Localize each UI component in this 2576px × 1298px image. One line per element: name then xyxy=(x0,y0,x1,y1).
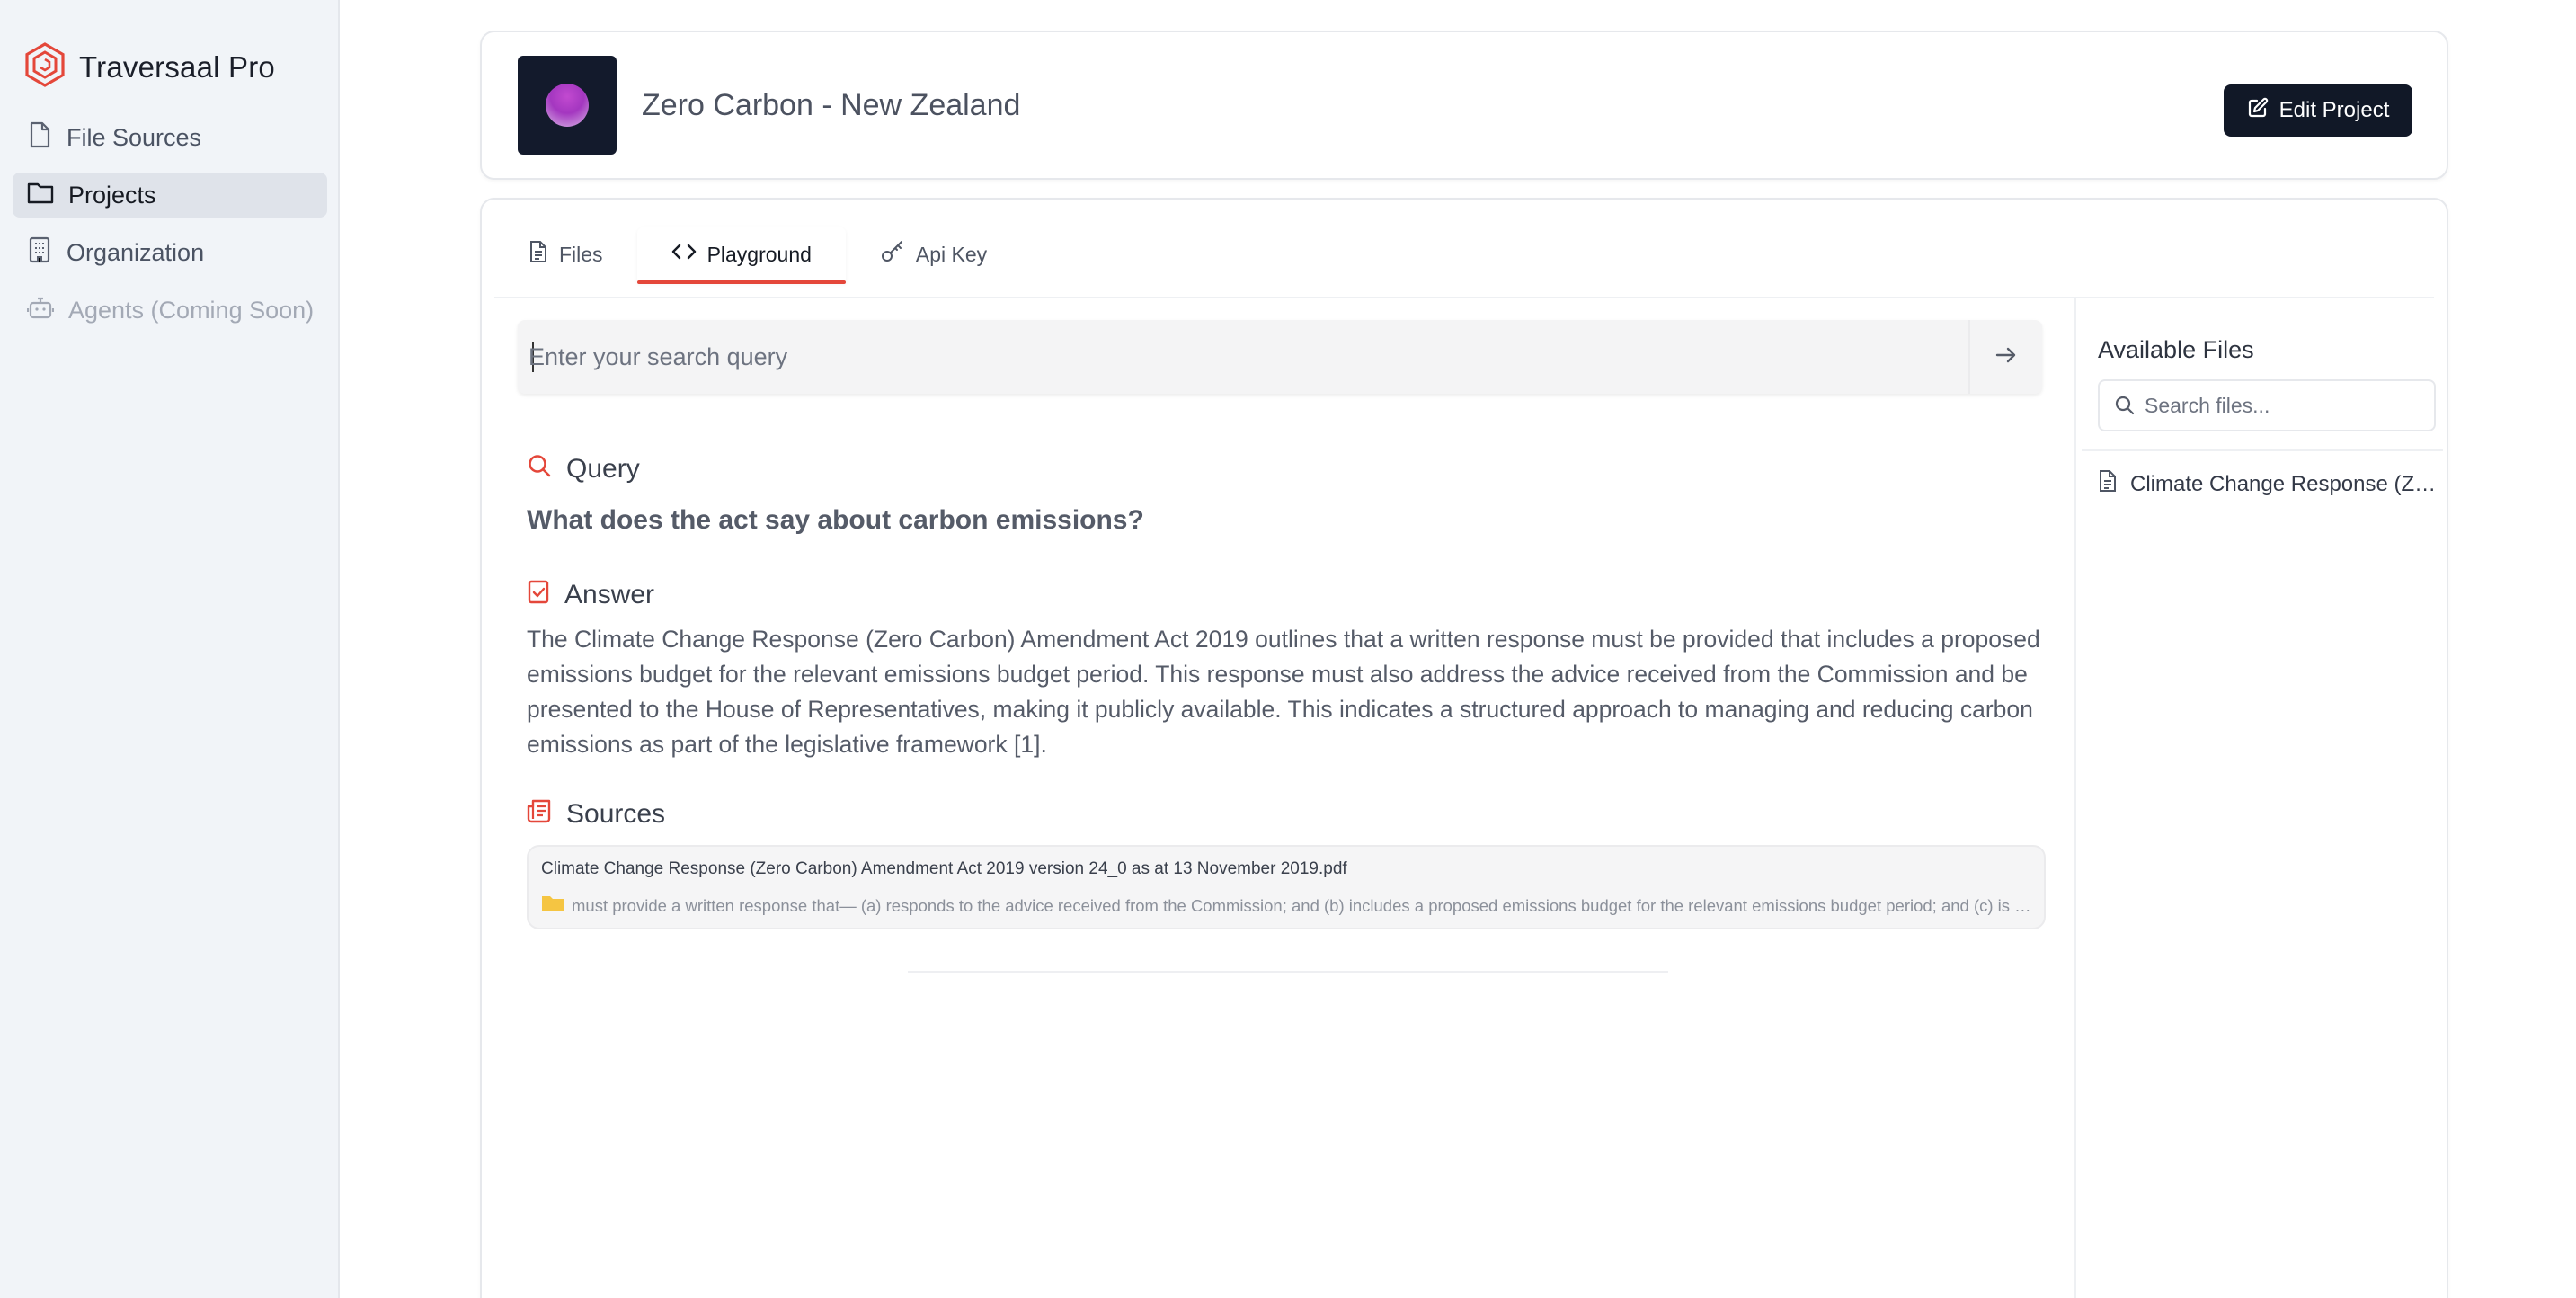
file-text-icon xyxy=(529,240,548,269)
sources-heading: Sources xyxy=(527,798,665,831)
tab-label: Playground xyxy=(706,242,812,266)
source-item[interactable]: Climate Change Response (Zero Carbon) Am… xyxy=(527,845,2046,929)
query-text: What does the act say about carbon emiss… xyxy=(527,505,1144,535)
search-icon xyxy=(527,453,552,485)
tab-playground[interactable]: Playground xyxy=(636,227,847,284)
sources-heading-label: Sources xyxy=(566,799,666,829)
tab-files[interactable]: Files xyxy=(494,227,637,282)
building-icon xyxy=(27,236,52,270)
tab-label: Api Key xyxy=(915,242,988,266)
project-title: Zero Carbon - New Zealand xyxy=(642,88,1021,122)
sidebar-item-projects[interactable]: Projects xyxy=(13,173,327,218)
sidebar: Traversaal Pro File Sources Projects Org… xyxy=(0,0,340,1298)
submit-query-button[interactable] xyxy=(1968,320,2042,394)
file-icon xyxy=(27,121,52,155)
sidebar-item-label: File Sources xyxy=(67,123,202,151)
file-text-icon xyxy=(2098,469,2118,499)
divider xyxy=(908,971,1668,973)
sidebar-nav: File Sources Projects Organization Agent… xyxy=(13,115,327,345)
file-search-box xyxy=(2098,379,2436,431)
project-thumbnail xyxy=(518,56,617,155)
folder-icon xyxy=(541,893,564,918)
answer-heading-label: Answer xyxy=(564,580,655,609)
sidebar-item-organization[interactable]: Organization xyxy=(13,230,327,275)
divider xyxy=(2082,449,2443,451)
query-heading: Query xyxy=(527,453,640,485)
project-header: Zero Carbon - New Zealand Edit Project xyxy=(480,31,2448,180)
clipboard-check-icon xyxy=(527,579,550,611)
query-bar xyxy=(518,320,2042,394)
available-files-title: Available Files xyxy=(2098,336,2254,363)
newspaper-icon xyxy=(527,798,552,831)
edit-icon xyxy=(2247,97,2269,125)
answer-text: The Climate Change Response (Zero Carbon… xyxy=(527,626,2040,758)
code-icon xyxy=(671,242,697,267)
sidebar-item-file-sources[interactable]: File Sources xyxy=(13,115,327,160)
edit-project-label: Edit Project xyxy=(2278,98,2390,122)
project-workspace: Files Playground Api Key Query xyxy=(480,198,2448,1298)
sidebar-item-label: Organization xyxy=(67,238,205,266)
folder-icon xyxy=(27,181,54,210)
source-snippet-text: must provide a written response that— (a… xyxy=(572,895,2033,915)
edit-project-button[interactable]: Edit Project xyxy=(2224,84,2412,137)
tab-bar: Files Playground Api Key xyxy=(494,227,1021,284)
key-icon xyxy=(880,240,905,269)
sidebar-item-label: Agents (Coming Soon) xyxy=(68,296,315,324)
file-search-input[interactable] xyxy=(2145,381,2423,430)
bot-icon xyxy=(26,295,55,326)
sidebar-item-label: Projects xyxy=(68,181,156,209)
brand-name: Traversaal Pro xyxy=(79,49,275,84)
source-title: Climate Change Response (Zero Carbon) Am… xyxy=(541,859,1347,878)
tab-api-key[interactable]: Api Key xyxy=(846,227,1021,282)
source-snippet: must provide a written response that— (a… xyxy=(541,893,2033,918)
tab-label: Files xyxy=(559,242,603,266)
available-files-panel: Available Files Climate Change Response … xyxy=(2074,298,2448,1298)
arrow-right-icon xyxy=(1994,344,2018,370)
file-name: Climate Change Response (Zero Carbon) Am… xyxy=(2130,471,2439,496)
file-list-item[interactable]: Climate Change Response (Zero Carbon) Am… xyxy=(2098,469,2439,499)
sidebar-item-agents: Agents (Coming Soon) xyxy=(13,288,327,333)
traversaal-logo-icon xyxy=(23,41,67,93)
search-icon xyxy=(2114,395,2136,421)
query-heading-label: Query xyxy=(566,454,640,484)
answer-heading: Answer xyxy=(527,579,654,611)
search-query-input[interactable] xyxy=(529,320,1949,394)
brand[interactable]: Traversaal Pro xyxy=(23,41,275,93)
